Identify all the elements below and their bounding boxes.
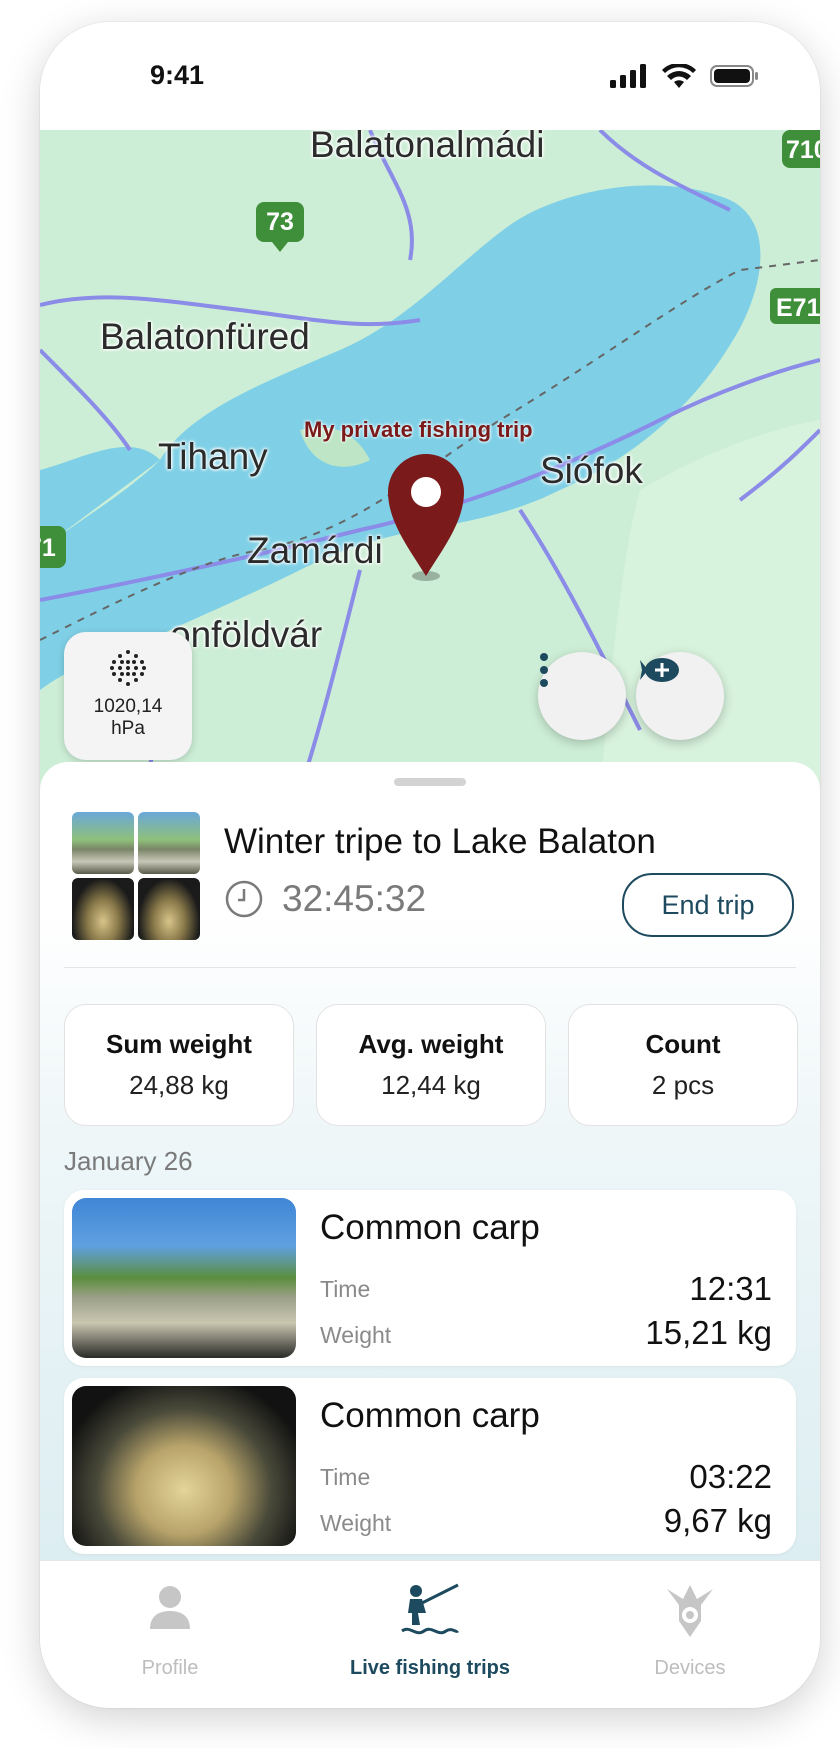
more-options-button[interactable] (538, 652, 626, 740)
stat-label: Sum weight (106, 1029, 252, 1059)
catch-time-label: Time (320, 1276, 371, 1302)
trip-timer: 32:45:32 (224, 878, 426, 920)
phone-frame: 9:41 73 71 E71 1 Balatonalmádi Balatonfü… (40, 22, 820, 1708)
road-badge-71-text: 71 (40, 534, 56, 562)
map-label-siofok: Siófok (540, 450, 643, 491)
map-label-balatonfoldvar: onföldvár (170, 614, 323, 655)
tab-label: Devices (654, 1657, 726, 1679)
pressure-widget[interactable]: 1020,14 hPa (64, 632, 192, 760)
catch-date-header: January 26 (64, 1146, 193, 1176)
catch-photo (72, 1198, 296, 1358)
pressure-unit: hPa (111, 718, 145, 739)
stat-count: Count 2 pcs (568, 1004, 798, 1126)
catch-time-value: 12:31 (689, 1270, 772, 1307)
stat-label: Count (645, 1029, 721, 1059)
road-badge-710-text: 710 (786, 136, 820, 164)
status-bar: 9:41 (40, 22, 820, 130)
stat-value: 24,88 kg (129, 1070, 229, 1100)
pressure-reading: 1020,14 hPa (64, 696, 192, 740)
pin-label: My private fishing trip (304, 417, 533, 442)
status-time: 9:41 (150, 60, 205, 90)
catch-card[interactable]: Common carp Time 03:22 Weight 9,67 kg (64, 1378, 796, 1554)
catch-weight-value: 9,67 kg (663, 1502, 772, 1539)
catch-photo (72, 1386, 296, 1546)
road-badge-e71: E71 (770, 288, 820, 324)
tab-label: Profile (141, 1657, 199, 1679)
device-icon (667, 1585, 713, 1637)
person-icon (150, 1586, 190, 1629)
trip-photo-collage[interactable] (72, 812, 200, 940)
add-catch-button[interactable] (636, 652, 724, 740)
catch-species: Common carp (320, 1396, 540, 1435)
pressure-icon (110, 650, 146, 686)
fish-plus-icon (640, 658, 679, 682)
tab-devices[interactable]: Devices (560, 1561, 820, 1708)
clock-icon (225, 880, 263, 918)
stat-avg-weight: Avg. weight 12,44 kg (316, 1004, 546, 1126)
collage-photo-1 (72, 812, 134, 874)
pressure-value: 1020,14 (93, 696, 163, 717)
stat-sum-weight: Sum weight 24,88 kg (64, 1004, 294, 1126)
tab-live-fishing-trips[interactable]: Live fishing trips (300, 1561, 560, 1708)
catch-weight-value: 15,21 kg (645, 1314, 772, 1351)
road-badge-710: 710 (782, 130, 820, 168)
road-badge-73-text: 73 (266, 208, 294, 236)
catch-time-label: Time (320, 1464, 371, 1490)
battery-icon (710, 65, 758, 87)
catch-weight-label: Weight (320, 1510, 392, 1536)
collage-photo-4 (138, 878, 200, 940)
tab-profile[interactable]: Profile (40, 1561, 300, 1708)
catch-weight-label: Weight (320, 1322, 392, 1348)
map-label-zamardi: Zamárdi (247, 530, 383, 571)
wifi-icon (662, 64, 696, 88)
vertical-dots-icon (540, 653, 548, 687)
catch-time-value: 03:22 (689, 1458, 772, 1495)
angler-icon (401, 1583, 460, 1635)
signal-icon (610, 64, 646, 88)
road-badge-e71-text: E71 (776, 294, 820, 322)
map-label-balatonfured: Balatonfüred (100, 316, 310, 357)
map-view[interactable]: 73 710 E71 71 Balatonalmádi Balatonfür (40, 130, 820, 790)
tab-label: Live fishing trips (349, 1657, 511, 1679)
trip-bottom-sheet: Winter tripe to Lake Balaton 32:45:32 En… (40, 762, 820, 1600)
collage-photo-2 (138, 812, 200, 874)
divider (64, 967, 796, 968)
status-icons (610, 64, 760, 88)
end-trip-button[interactable]: End trip (622, 873, 794, 937)
catch-species: Common carp (320, 1208, 540, 1247)
bottom-tab-bar: Profile Live fishing trips Devices (40, 1560, 820, 1708)
stat-label: Avg. weight (358, 1029, 504, 1059)
map-label-tihany: Tihany (158, 436, 268, 477)
catch-card[interactable]: Common carp Time 12:31 Weight 15,21 kg (64, 1190, 796, 1366)
road-badge-71: 71 (40, 526, 66, 568)
stat-value: 2 pcs (651, 1070, 715, 1100)
sheet-drag-handle[interactable] (394, 778, 466, 786)
trip-elapsed-time: 32:45:32 (282, 878, 427, 919)
trip-title: Winter tripe to Lake Balaton (224, 822, 656, 861)
map-label-balatonalmadi: Balatonalmádi (310, 130, 545, 165)
stat-value: 12,44 kg (381, 1070, 481, 1100)
collage-photo-3 (72, 878, 134, 940)
